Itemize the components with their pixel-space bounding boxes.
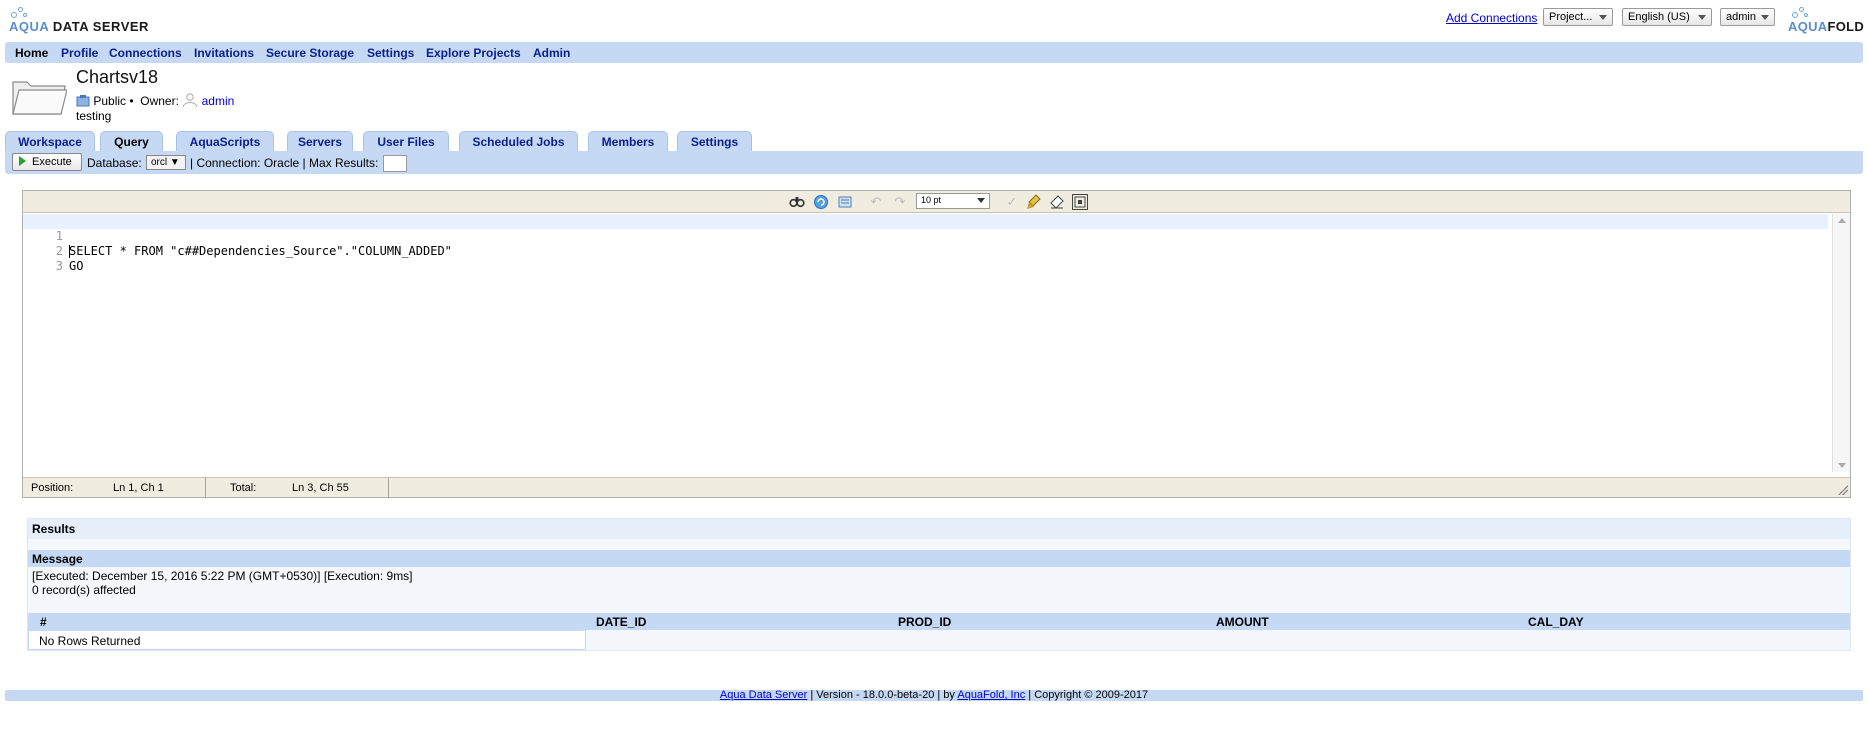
main-nav: Home Profile Connections Invitations Sec… [5, 42, 1863, 63]
no-rows-cell: No Rows Returned [28, 630, 586, 650]
logo-rest-text: DATA SERVER [48, 19, 149, 34]
nav-settings[interactable]: Settings [367, 46, 414, 60]
owner-label: Owner: [140, 94, 179, 108]
connection-text: | Connection: Oracle | Max Results: [190, 156, 379, 170]
tab-aquascripts[interactable]: AquaScripts [176, 131, 274, 152]
eraser-icon[interactable] [1049, 194, 1065, 210]
chevron-down-icon [1761, 15, 1769, 20]
database-label: Database: [87, 156, 142, 170]
aquafold-aqua-text: AQUA [1788, 19, 1828, 34]
logo-bubbles-icon [1790, 4, 1816, 20]
undo-icon[interactable]: ↶ [868, 194, 884, 210]
total-label: Total: [230, 482, 257, 494]
status-divider [388, 478, 389, 498]
folder-icon [11, 74, 68, 116]
column-header[interactable]: AMOUNT [1216, 615, 1269, 629]
scroll-down-icon[interactable] [1838, 463, 1846, 468]
project-description: testing [76, 109, 112, 123]
code-line: 3 [23, 244, 1828, 273]
version-text: | Version - 18.0.0-beta-20 | by [807, 689, 958, 701]
nav-profile[interactable]: Profile [61, 46, 98, 60]
message-line: [Executed: December 15, 2016 5:22 PM (GM… [32, 569, 413, 583]
column-header[interactable]: PROD_ID [898, 615, 951, 629]
project-dropdown[interactable]: Project... [1543, 8, 1613, 26]
user-icon [182, 93, 198, 110]
line-number: 3 [55, 259, 63, 273]
spell-check-icon[interactable]: ✓ [1004, 194, 1020, 210]
format-icon[interactable] [837, 194, 853, 210]
nav-admin[interactable]: Admin [533, 46, 570, 60]
user-dropdown[interactable]: admin [1720, 8, 1775, 26]
column-header[interactable]: # [40, 615, 47, 629]
total-value: Ln 3, Ch 55 [292, 482, 349, 494]
owner-link[interactable]: admin [202, 94, 235, 108]
execute-button[interactable]: Execute [12, 153, 82, 171]
tab-settings[interactable]: Settings [677, 131, 752, 152]
max-results-input[interactable] [383, 155, 407, 172]
user-dropdown-label: admin [1726, 11, 1756, 23]
footer: Aqua Data Server | Version - 18.0.0-beta… [5, 690, 1863, 701]
code-area[interactable]: 1 SELECT * FROM "c##Dependencies_Source"… [23, 214, 1828, 273]
code-line: 1 SELECT * FROM "c##Dependencies_Source"… [23, 214, 1828, 258]
results-grid-header: # DATE_ID PROD_ID AMOUNT CAL_DAY [28, 613, 1850, 630]
public-icon [76, 95, 90, 110]
nav-secure-storage[interactable]: Secure Storage [266, 46, 354, 60]
status-divider [205, 478, 206, 498]
product-link[interactable]: Aqua Data Server [720, 689, 807, 701]
position-label: Position: [31, 482, 74, 494]
column-header[interactable]: DATE_ID [596, 615, 646, 629]
project-title: Chartsv18 [76, 67, 159, 87]
execute-label: Execute [32, 156, 72, 168]
play-icon [19, 156, 26, 166]
resize-handle-icon[interactable] [1838, 485, 1848, 495]
nav-connections[interactable]: Connections [109, 46, 182, 60]
triangle-down-icon: ▼ [169, 157, 180, 168]
redo-icon[interactable]: ↷ [892, 194, 908, 210]
results-header: Results [28, 519, 1850, 539]
editor-scrollbar[interactable] [1832, 214, 1850, 472]
editor-toolbar: ↶ ↷ 10 pt ✓ [23, 191, 1850, 213]
scroll-up-icon[interactable] [1838, 218, 1846, 223]
logo-aqua-text: AQUA [9, 19, 49, 34]
copyright-text: | Copyright © 2009-2017 [1025, 689, 1149, 701]
text-cursor [69, 245, 70, 258]
font-size-select[interactable]: 10 pt [916, 193, 990, 209]
nav-explore-projects[interactable]: Explore Projects [426, 46, 521, 60]
aquafold-rest-text: FOLD [1827, 19, 1865, 34]
company-link[interactable]: AquaFold, Inc [957, 689, 1025, 701]
language-dropdown-label: English (US) [1628, 11, 1690, 23]
column-header[interactable]: CAL_DAY [1528, 615, 1584, 629]
nav-invitations[interactable]: Invitations [194, 46, 254, 60]
tab-scheduled-jobs[interactable]: Scheduled Jobs [459, 131, 578, 152]
message-header: Message [28, 550, 1850, 567]
project-dropdown-label: Project... [1549, 11, 1593, 23]
line-text: GO [69, 259, 84, 273]
message-line: 0 record(s) affected [32, 583, 136, 597]
project-meta: Public • Owner: admin [76, 93, 234, 110]
chevron-down-icon [1698, 15, 1706, 20]
database-value: orcl [151, 157, 168, 168]
refresh-icon[interactable] [813, 194, 829, 210]
code-line: 2 GO [23, 229, 1828, 273]
find-icon[interactable] [789, 194, 805, 210]
tab-members[interactable]: Members [588, 131, 668, 152]
fullscreen-icon[interactable] [1072, 194, 1088, 210]
clean-icon[interactable] [1026, 194, 1042, 210]
tab-servers[interactable]: Servers [287, 131, 353, 152]
database-select[interactable]: orcl ▼ [146, 155, 186, 170]
tab-query[interactable]: Query [100, 131, 163, 152]
logo-bubbles-icon [9, 4, 35, 20]
add-connections-link[interactable]: Add Connections [1446, 11, 1537, 25]
nav-home[interactable]: Home [15, 46, 48, 60]
tab-user-files[interactable]: User Files [363, 131, 449, 152]
visibility-text: Public • [93, 94, 134, 108]
sql-editor[interactable]: ↶ ↷ 10 pt ✓ 1 SELECT * FROM "c##Dependen… [22, 190, 1851, 498]
chevron-down-icon [1599, 15, 1607, 20]
editor-status-bar: Position: Ln 1, Ch 1 Total: Ln 3, Ch 55 [23, 477, 1850, 498]
font-size-value: 10 pt [921, 195, 942, 205]
chevron-down-icon [977, 198, 985, 203]
language-dropdown[interactable]: English (US) [1622, 8, 1712, 26]
position-value: Ln 1, Ch 1 [113, 482, 164, 494]
tab-workspace[interactable]: Workspace [5, 131, 95, 152]
